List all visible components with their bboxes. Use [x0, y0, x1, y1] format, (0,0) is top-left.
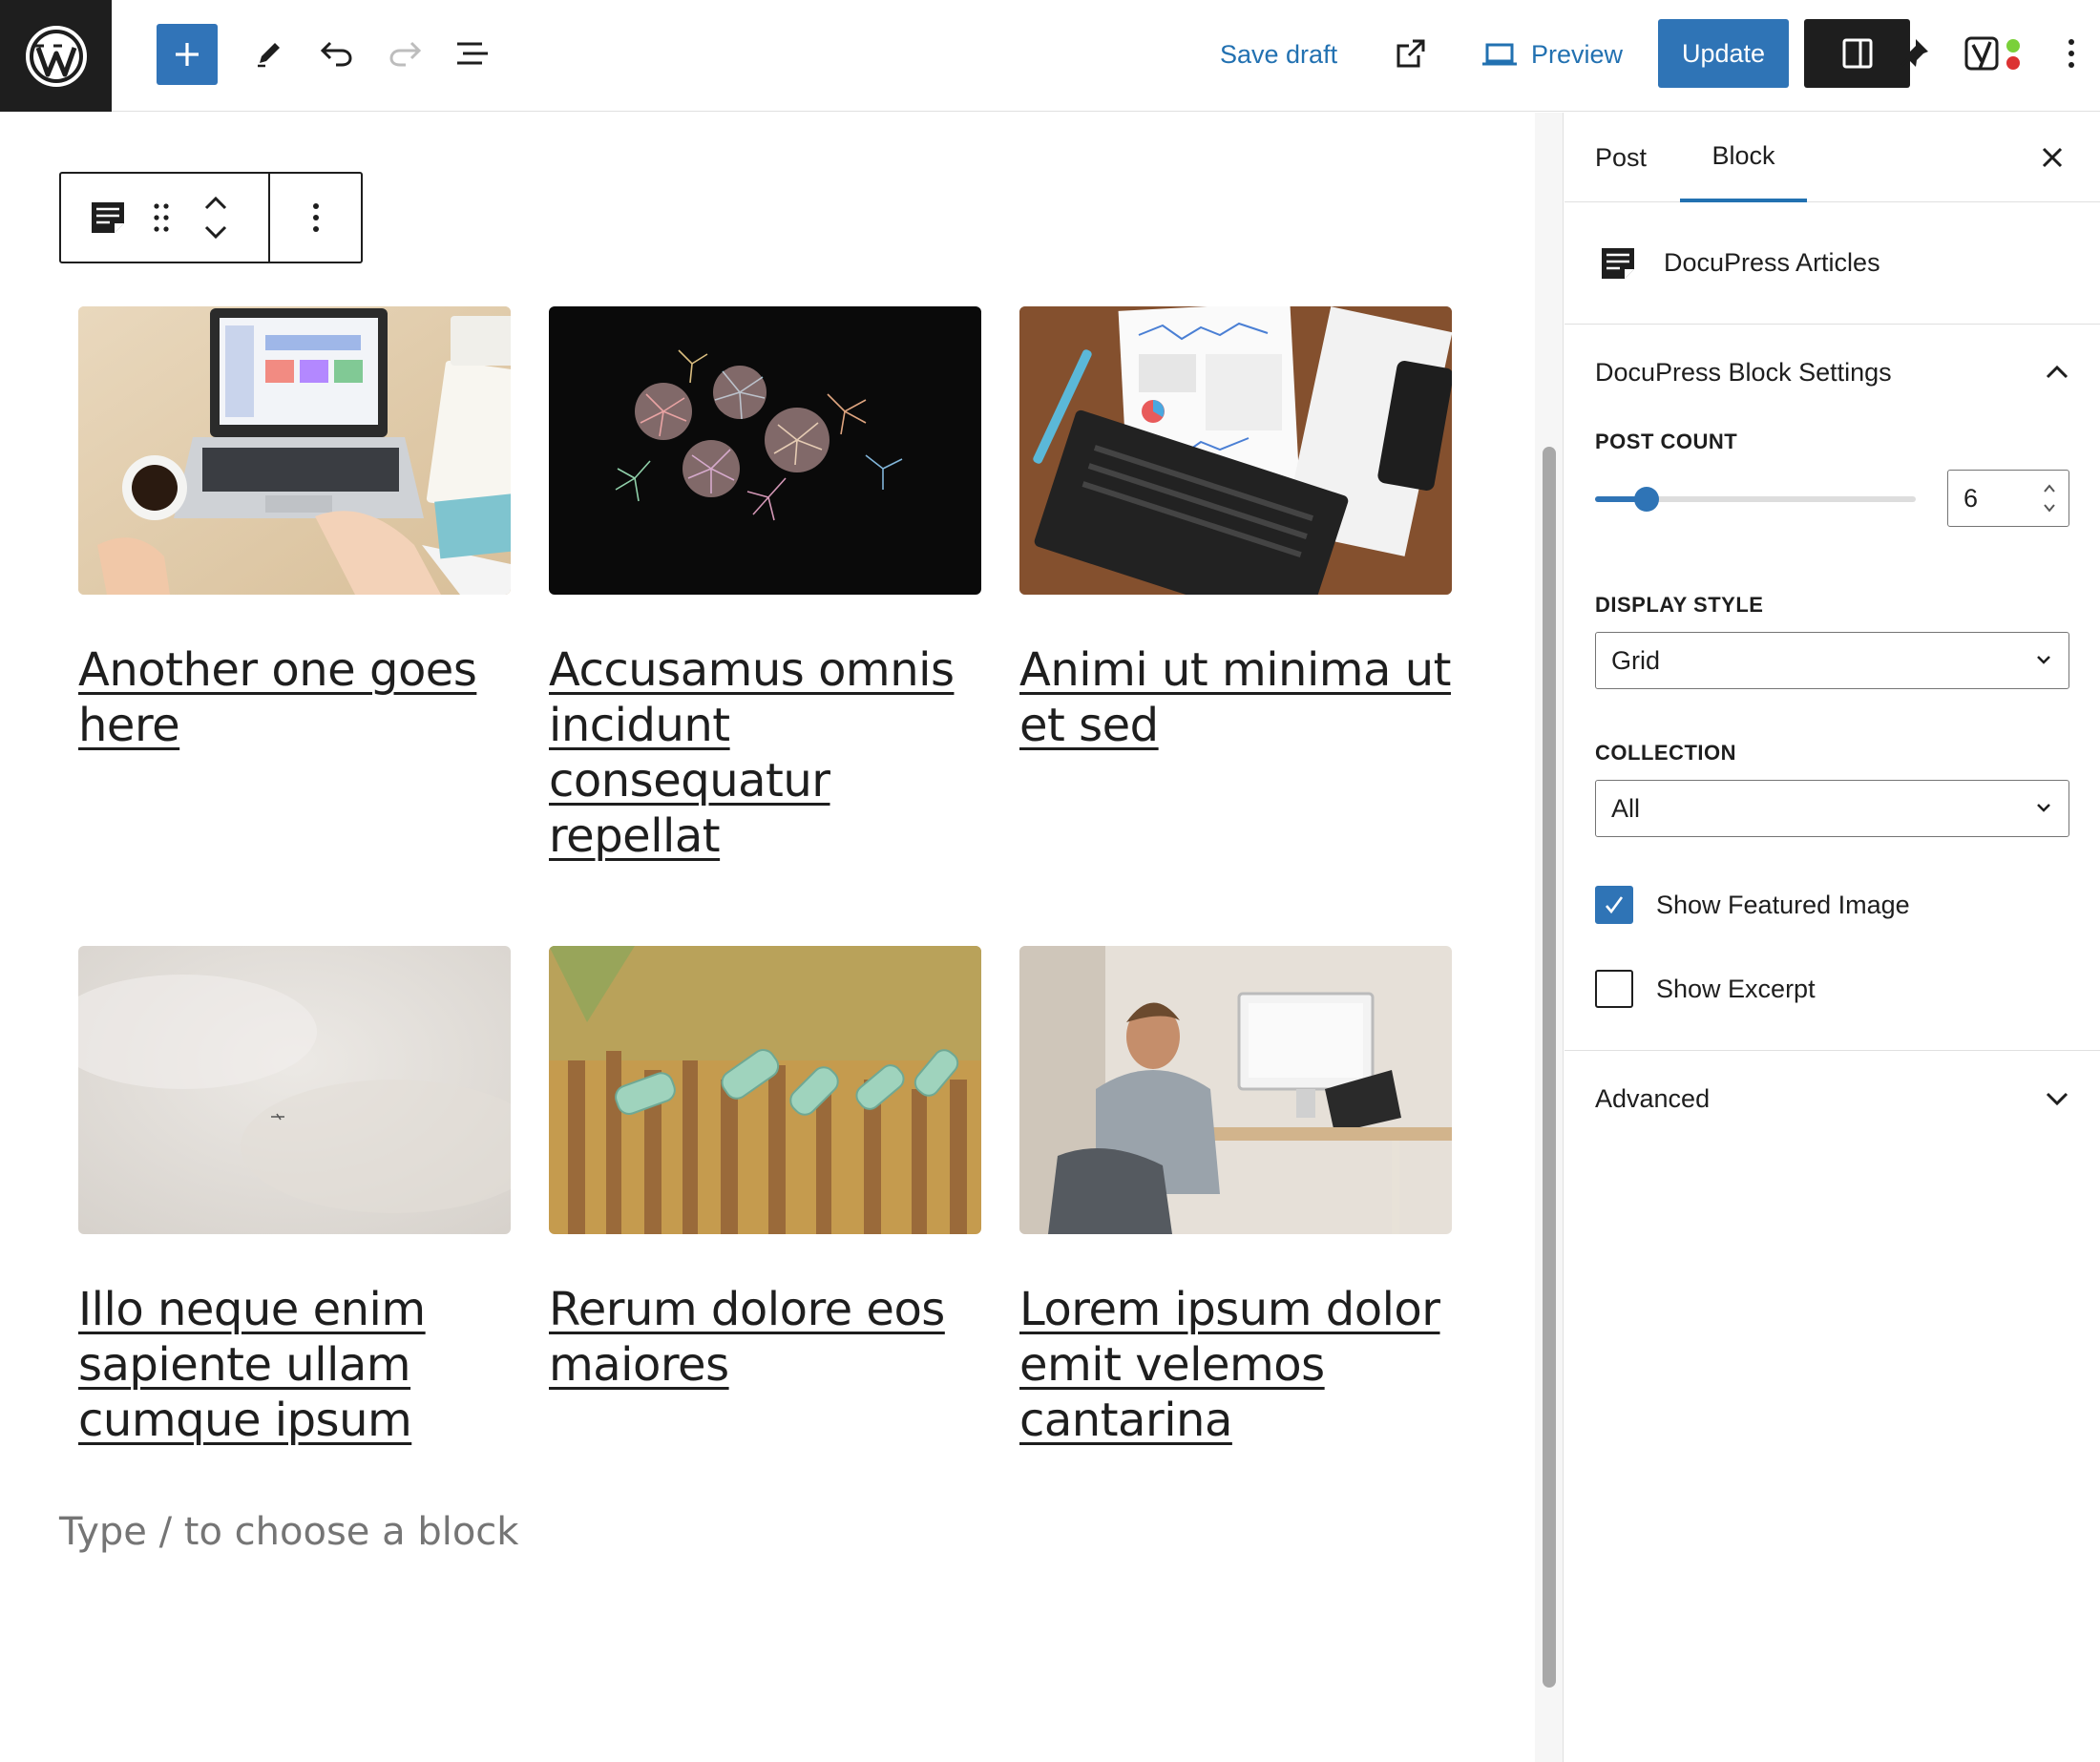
more-vertical-icon: [312, 203, 319, 232]
move-block-controls: [195, 179, 237, 256]
post-count-label: POST COUNT: [1595, 430, 1738, 453]
advanced-label: Advanced: [1595, 1083, 1711, 1113]
panel-title: DocuPress Block Settings: [1595, 357, 1892, 387]
post-title-link[interactable]: Lorem ipsum dolor emit velemos cantarina: [1019, 1282, 1452, 1448]
foggy-sky-photo[interactable]: [78, 946, 511, 1234]
chevron-down-icon: [2037, 804, 2050, 812]
post-title-link[interactable]: Illo neque enim sapiente ullam cumque ip…: [78, 1282, 511, 1448]
tab-post[interactable]: Post: [1595, 113, 1647, 202]
glass-bottles-fence-photo[interactable]: [549, 946, 981, 1234]
spin-up-icon[interactable]: [2043, 484, 2056, 493]
chevron-down-icon: [2046, 1092, 2068, 1106]
preview-label: Preview: [1531, 39, 1624, 69]
collection-label: COLLECTION: [1595, 741, 1736, 765]
redo-icon: [389, 41, 422, 67]
display-style-value: Grid: [1611, 645, 1661, 675]
pencil-icon: [258, 43, 280, 68]
undo-icon: [320, 41, 352, 67]
laptop-desk-photo[interactable]: [78, 306, 511, 595]
close-settings-button[interactable]: [2033, 138, 2071, 177]
external-link-icon: [1396, 39, 1425, 68]
checkmark-icon: [1606, 896, 1624, 914]
options-button[interactable]: [2050, 27, 2092, 80]
post-title-link[interactable]: Another one goes here: [78, 642, 511, 753]
scrollbar-thumb[interactable]: [1543, 447, 1556, 1688]
update-button[interactable]: Update: [1658, 19, 1789, 88]
post-card: Rerum dolore eos maiores: [549, 946, 981, 1393]
post-card: Accusamus omnis incidunt consequatur rep…: [549, 306, 981, 864]
dashboard-printouts-photo[interactable]: [1019, 306, 1452, 595]
post-title-link[interactable]: Animi ut minima ut et sed: [1019, 642, 1452, 753]
add-block-button[interactable]: [157, 24, 218, 85]
post-title-link[interactable]: Rerum dolore eos maiores: [549, 1282, 981, 1393]
show-excerpt-label: Show Excerpt: [1656, 974, 1816, 1003]
settings-sidebar: Post Block DocuPress Articles DocuPress …: [1564, 113, 2100, 1762]
spin-down-icon[interactable]: [2043, 503, 2056, 513]
post-card: Animi ut minima ut et sed: [1019, 306, 1452, 753]
post-count-input[interactable]: 6: [1947, 470, 2069, 527]
yoast-icon: [1964, 36, 2020, 71]
block-appender-placeholder[interactable]: Type / to choose a block: [59, 1510, 518, 1554]
advanced-panel-toggle[interactable]: Advanced: [1564, 1051, 2100, 1146]
list-view-button[interactable]: [446, 27, 499, 80]
block-toolbar-main: [61, 174, 270, 262]
move-down-icon[interactable]: [203, 224, 228, 240]
block-card: DocuPress Articles: [1564, 202, 2100, 325]
post-count-value: 6: [1964, 483, 1979, 513]
block-options-button[interactable]: [270, 174, 361, 262]
drag-handle[interactable]: [145, 191, 178, 244]
pin-icon: [1900, 39, 1928, 68]
display-style-label: DISPLAY STYLE: [1595, 593, 1764, 617]
show-excerpt-option[interactable]: Show Excerpt: [1595, 970, 1816, 1008]
tab-block[interactable]: Block: [1680, 113, 1807, 202]
collection-select[interactable]: All: [1595, 780, 2069, 837]
drag-handle-icon: [154, 203, 169, 232]
redo-button[interactable]: [378, 27, 431, 80]
spin-buttons[interactable]: [2042, 484, 2057, 513]
show-featured-image-checkbox[interactable]: [1595, 886, 1633, 924]
post-card: Lorem ipsum dolor emit velemos cantarina: [1019, 946, 1452, 1448]
plus-icon: [176, 43, 199, 66]
post-card: Illo neque enim sapiente ullam cumque ip…: [78, 946, 511, 1448]
sidebar-tabs: Post Block: [1564, 113, 2100, 202]
undo-button[interactable]: [310, 27, 364, 80]
post-count-slider[interactable]: [1595, 487, 1916, 512]
save-draft-button[interactable]: Save draft: [1205, 24, 1353, 85]
post-title-link[interactable]: Accusamus omnis incidunt consequatur rep…: [549, 642, 981, 864]
view-post-button[interactable]: [1384, 27, 1438, 80]
slider-thumb[interactable]: [1634, 487, 1659, 512]
post-card: Another one goes here: [78, 306, 511, 753]
wordpress-logo-icon[interactable]: [0, 0, 112, 112]
sidebar-icon: [1842, 38, 1872, 69]
laptop-icon: [1482, 43, 1517, 66]
list-view-icon: [457, 42, 488, 65]
canvas-scrollbar[interactable]: [1535, 113, 1564, 1762]
more-vertical-icon: [2068, 39, 2074, 68]
docupress-settings-panel-toggle[interactable]: DocuPress Block Settings: [1564, 325, 2100, 420]
preview-button[interactable]: Preview: [1470, 24, 1634, 85]
chevron-up-icon: [2046, 365, 2068, 379]
show-featured-image-label: Show Featured Image: [1656, 890, 1910, 919]
move-up-icon[interactable]: [203, 196, 228, 211]
block-type-button[interactable]: [88, 191, 128, 244]
docupress-block-icon: [92, 202, 124, 233]
display-style-select[interactable]: Grid: [1595, 632, 2069, 689]
yoast-seo-button[interactable]: [1961, 27, 2027, 80]
docupress-block-icon: [1602, 247, 1634, 279]
editor-header: Save draft Preview Update: [0, 0, 2100, 112]
pin-button[interactable]: [1888, 27, 1942, 80]
man-at-desk-photo[interactable]: [1019, 946, 1452, 1234]
collection-value: All: [1611, 793, 1641, 823]
chevron-down-icon: [2037, 656, 2050, 664]
block-name: DocuPress Articles: [1664, 248, 1880, 277]
close-icon: [2042, 147, 2063, 168]
show-featured-image-option[interactable]: Show Featured Image: [1595, 886, 1910, 924]
fireworks-photo[interactable]: [549, 306, 981, 595]
show-excerpt-checkbox[interactable]: [1595, 970, 1633, 1008]
tools-button[interactable]: [242, 27, 296, 80]
block-toolbar: [59, 172, 363, 263]
